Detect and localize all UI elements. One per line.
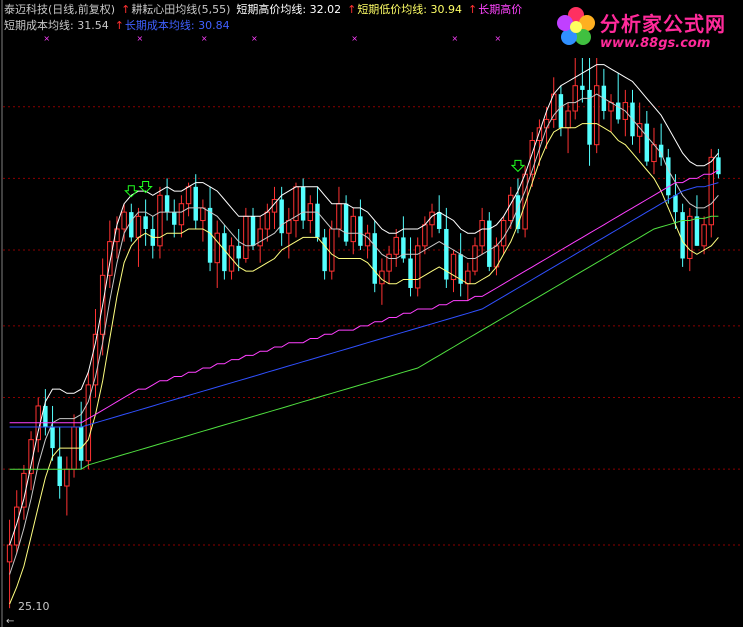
candle-body-down: [300, 186, 306, 221]
candle-body-down: [644, 123, 650, 162]
candle-body-up: [329, 228, 335, 272]
candle-body-up: [465, 270, 471, 285]
header-segment: 短期成本均线: 31.54: [4, 19, 109, 32]
candle-body-down: [666, 157, 671, 196]
candle-body-up: [214, 232, 220, 264]
candle-body-down: [236, 245, 241, 259]
logo-url: www.88gs.com: [600, 36, 711, 51]
candle-body-up: [536, 127, 543, 141]
candle-body-down: [580, 85, 585, 90]
candle-body-down: [673, 195, 678, 213]
candle-body-up: [257, 228, 263, 247]
candle-body-down: [50, 427, 55, 449]
candle-body-down: [322, 237, 327, 272]
header-segment: ↑: [114, 19, 124, 32]
candle-body-down: [372, 233, 377, 284]
candle-body-up: [200, 207, 206, 222]
candle-body-up: [414, 245, 421, 289]
candle-body-up: [243, 215, 249, 259]
flower-logo-icon: [557, 7, 595, 45]
header-line-2: 短期成本均线: 31.54 ↑长期成本均线: 30.84: [4, 19, 236, 32]
ma-line-5: [9, 215, 719, 470]
candle-body-up: [185, 186, 192, 205]
header-line-1: 泰迈科技(日线,前复权) ↑耕耘心田均线(5,55) 短期高价均线: 32.02 ↑短…: [4, 3, 528, 16]
header-segment: 耕耘心田均线(5,55): [131, 3, 231, 16]
candle-body-up: [572, 85, 578, 112]
left-arrow-icon: ←: [6, 616, 14, 627]
candle-body-up: [14, 506, 20, 546]
candle-body-up: [178, 203, 185, 226]
candle-body-down: [143, 216, 148, 229]
candle-body-down: [615, 102, 621, 120]
candle-body-down: [193, 186, 198, 221]
candle-body-up: [6, 544, 13, 563]
header-segment: ↑: [468, 3, 478, 16]
candle-body-up: [479, 220, 485, 247]
candle-body-down: [164, 195, 170, 213]
candle-body-up: [386, 253, 392, 272]
candle-body-down: [57, 456, 62, 487]
candle-body-up: [708, 156, 714, 226]
bottom-price-label: 25.10: [18, 600, 50, 613]
candle-body-down: [343, 203, 349, 242]
candle-body-down: [250, 216, 256, 246]
x-marker: ×: [452, 34, 459, 43]
grid-lines: [3, 106, 743, 546]
ma-line-3: [9, 169, 719, 424]
candle-body-down: [315, 203, 320, 238]
candle-body-up: [135, 215, 142, 238]
candle-body-down: [172, 212, 177, 225]
candle-body-down: [358, 216, 363, 246]
x-marker: ×: [351, 34, 358, 43]
x-marker: ×: [251, 34, 258, 43]
candle-body-down: [716, 157, 721, 175]
down-arrow-icon: [510, 159, 526, 173]
candle-body-up: [508, 194, 514, 222]
ma-line-1: [9, 123, 719, 605]
candle-body-up: [393, 236, 399, 255]
header-segment: ↑: [347, 3, 357, 16]
candle-body-up: [543, 118, 550, 129]
candle-body-down: [680, 212, 685, 259]
header-segment: 短期低价均线: 30.94: [357, 3, 463, 16]
candle-body-up: [264, 211, 271, 230]
header-segment: 短期高价均线: 32.02: [236, 3, 342, 16]
candle-body-down: [558, 94, 564, 128]
brand-logo[interactable]: 分析家公式网 www.88gs.com: [552, 0, 743, 58]
header-segment: ↑: [121, 3, 131, 16]
ma-line-2: [9, 93, 719, 575]
candle-body-up: [565, 110, 571, 129]
candle-body-up: [422, 224, 428, 247]
candle-body-up: [286, 220, 292, 234]
candle-body-up: [350, 215, 356, 243]
candle-body-up: [64, 468, 70, 487]
candle-body-up: [701, 224, 707, 247]
candle-body-down: [487, 220, 492, 267]
candle-body-up: [687, 215, 693, 259]
x-marker: ×: [43, 34, 50, 43]
candle-body-up: [500, 220, 507, 247]
moving-average-lines: [9, 64, 719, 605]
top-markers: × × × × × × ×: [43, 34, 501, 43]
x-marker: ×: [494, 34, 501, 43]
candle-body-down: [279, 199, 284, 234]
candle-body-down: [408, 258, 413, 288]
candle-body-down: [78, 427, 84, 461]
header-segment: 长期高价: [478, 3, 523, 16]
candlestick-chart[interactable]: × × × × × × × 25.10 ←: [0, 0, 743, 627]
header-segment: 长期成本均线: 30.84: [124, 19, 230, 32]
candle-body-up: [121, 211, 127, 230]
x-marker: ×: [136, 34, 143, 43]
candle-body-up: [336, 203, 342, 230]
candle-body-down: [694, 216, 700, 246]
x-marker: ×: [201, 34, 208, 43]
candle-body-down: [129, 212, 134, 238]
header-segment: 泰迈科技(日线,前复权): [4, 3, 116, 16]
candle-body-up: [522, 173, 528, 230]
candle-body-up: [157, 194, 163, 247]
logo-title: 分析家公式网: [600, 12, 726, 36]
candle-body-down: [436, 212, 442, 229]
